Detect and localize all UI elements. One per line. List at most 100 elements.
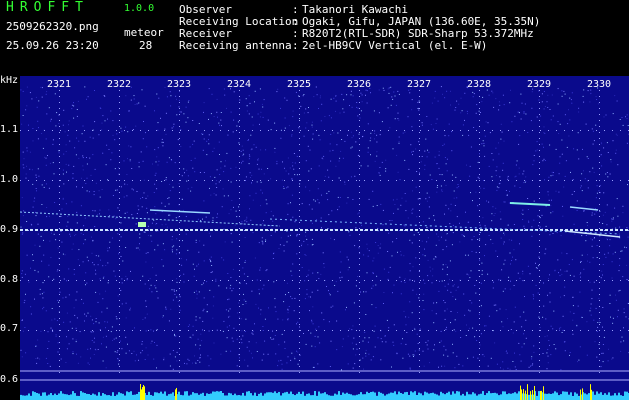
noise-dot [129,309,131,311]
noise-dot [560,269,562,271]
grid-dot [604,280,605,281]
grid-dot [228,330,229,331]
grid-dot [580,180,581,181]
noise-dot [274,306,276,308]
level-bar [24,395,26,400]
noise-dot [41,260,43,262]
grid-dot [179,258,180,259]
noise-dot [177,139,179,141]
grid-dot [119,270,120,271]
noise-dot [47,155,48,156]
noise-dot [181,264,183,266]
level-bar [194,393,196,400]
noise-dot [227,273,229,274]
noise-dot [446,274,448,276]
noise-dot [250,219,252,221]
noise-dot [98,134,100,136]
noise-dot [78,157,80,159]
noise-dot [86,177,88,179]
noise-dot [95,255,97,257]
level-bar [558,395,560,400]
noise-dot [388,271,390,273]
noise-dot [583,170,584,172]
noise-dot [418,349,420,351]
noise-dot [579,274,581,275]
noise-dot [379,174,381,176]
noise-dot [95,318,97,319]
grid-dot [359,210,360,211]
noise-dot [572,333,574,335]
grid-dot [119,204,120,205]
noise-dot [254,101,255,103]
noise-dot [592,143,594,145]
noise-dot [572,305,574,307]
noise-dot [606,172,608,173]
noise-dot [561,252,563,254]
noise-dot [165,308,167,310]
noise-dot [604,253,606,255]
noise-dot [462,134,464,136]
noise-dot [558,272,559,274]
noise-dot [342,157,344,159]
grid-dot [532,180,533,181]
noise-dot [109,241,111,243]
noise-dot [94,121,96,123]
grid-dot [119,252,120,253]
grid-dot [239,282,240,283]
noise-dot [60,230,62,232]
noise-dot [155,223,157,225]
noise-dot [558,173,560,175]
noise-dot [102,360,104,362]
noise-dot [174,335,176,337]
noise-dot [137,247,139,249]
noise-dot [242,304,244,305]
level-bar [538,391,540,400]
grid-dot [599,108,600,109]
level-bar [412,392,414,400]
noise-dot [472,356,474,358]
noise-dot [84,239,86,241]
noise-dot [146,146,148,148]
noise-dot [249,208,250,210]
grid-dot [179,234,180,235]
grid-dot [299,240,300,241]
noise-dot [41,293,43,295]
noise-dot [422,221,424,223]
noise-dot [297,233,299,235]
grid-dot [299,144,300,145]
grid-dot [299,276,300,277]
noise-dot [532,363,534,365]
grid-dot [359,324,360,325]
noise-dot [449,278,451,280]
grid-dot [539,282,540,283]
grid-dot [419,198,420,199]
level-peak [540,390,541,400]
noise-dot [311,121,313,123]
noise-dot [360,92,362,94]
noise-dot [93,354,95,355]
noise-dot [117,358,119,360]
noise-dot [488,315,490,317]
grid-dot [164,180,165,181]
level-bar [332,395,334,400]
grid-dot [572,130,573,131]
grid-dot [539,354,540,355]
noise-dot [393,212,394,214]
noise-dot [32,140,34,142]
noise-dot [498,153,500,155]
grid-dot [444,180,445,181]
noise-dot [480,282,482,284]
noise-dot [520,93,522,95]
noise-dot [455,330,457,332]
x-tick-label: 2327 [407,79,431,90]
level-bar [34,392,36,400]
noise-dot [181,175,183,177]
noise-dot [509,190,510,192]
noise-dot [244,220,246,222]
noise-dot [171,236,173,238]
noise-dot [84,320,85,322]
noise-dot [563,186,565,188]
grid-dot [479,96,480,97]
noise-dot [135,247,137,249]
noise-dot [219,124,220,126]
